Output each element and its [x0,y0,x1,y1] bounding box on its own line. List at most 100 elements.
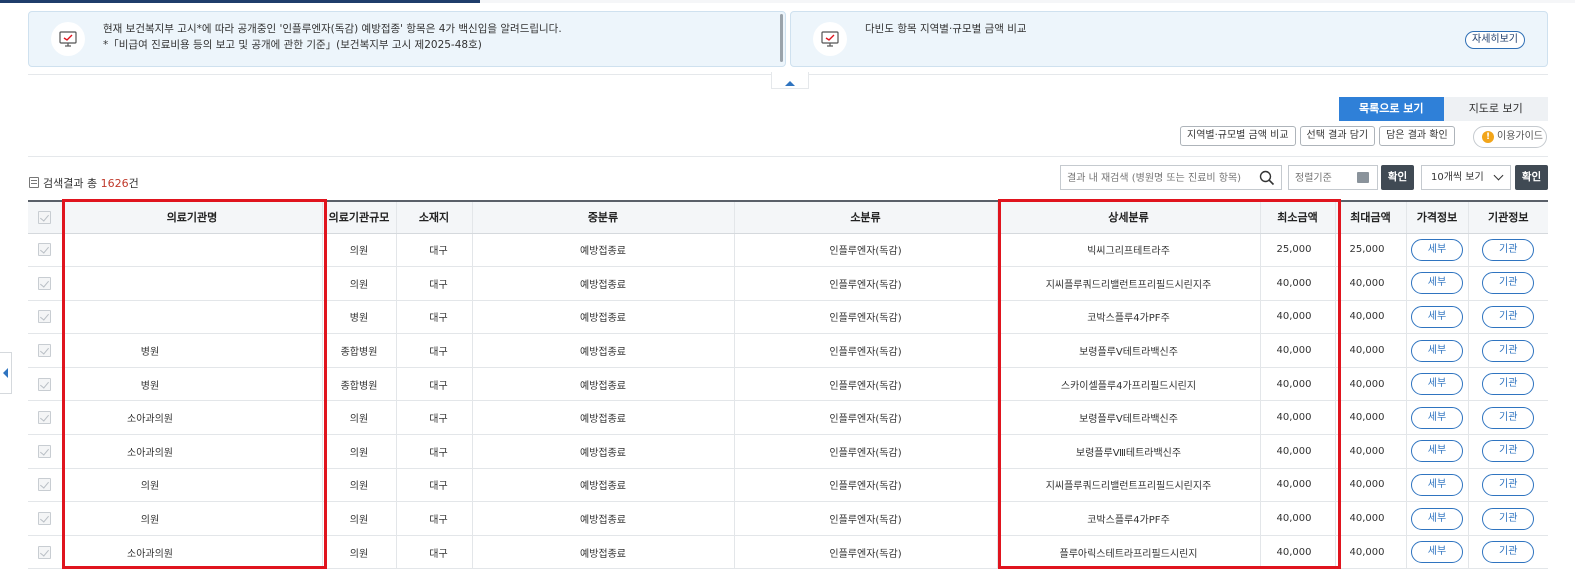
check-saved-button[interactable]: 담은 결과 확인 [1379,126,1455,146]
institution-info-button[interactable]: 기관 [1482,272,1535,295]
table-row[interactable]: 소아과의원 의원 대구 예방접종료 인플루엔자(독감) 플루아릭스테트라프리필드시린지 40… [28,535,1548,570]
institution-size: 의원 [321,501,396,536]
mid-category: 예방접종료 [471,300,734,335]
sort-criteria [1288,165,1378,190]
price-detail-button[interactable]: 세부 [1411,305,1463,328]
collapse-toggle[interactable] [771,72,809,89]
institution-info-button[interactable]: 기관 [1482,473,1535,496]
map-view-tab[interactable]: 지도로 보기 [1443,97,1548,121]
institution-info-button[interactable]: 기관 [1482,339,1535,362]
detail-view-button[interactable]: 자세히보기 [1465,31,1525,49]
location: 대구 [395,333,472,368]
price-detail-button-cell: 세부 [1405,501,1468,536]
row-checkbox[interactable] [38,545,52,559]
search-icon[interactable] [1259,170,1275,186]
price-detail-button[interactable]: 세부 [1411,339,1463,362]
price-detail-button-cell: 세부 [1405,468,1468,503]
detail-category: 스카이셀플루4가프리필드시린지 [996,367,1260,402]
detail-category: 지씨플루쿼드리밸런트프리필드시린지주 [996,266,1260,301]
min-price: 40,000 [1259,300,1335,335]
column-header[interactable]: 중분류 [471,200,734,234]
per-page-select[interactable]: 10개씩 보기 [1421,165,1511,190]
column-header[interactable]: 최소금액 [1259,200,1335,234]
column-header[interactable]: 상세분류 [996,200,1260,234]
price-detail-button[interactable]: 세부 [1411,507,1463,530]
result-search-input[interactable] [1067,170,1247,186]
user-guide-button[interactable]: ! 이용가이드 [1473,126,1547,148]
institution-info-button-cell: 기관 [1467,501,1548,536]
row-checkbox[interactable] [38,478,52,492]
row-select-cell [28,367,62,402]
column-header[interactable]: 최대금액 [1334,200,1406,234]
row-select-cell [28,434,62,469]
institution-name: 소아과의원 [61,400,322,436]
table-row[interactable]: 병원 종합병원 대구 예방접종료 인플루엔자(독감) 보령플루Ⅴ테트라백신주 40,000 4… [28,333,1548,368]
row-checkbox[interactable] [38,411,52,425]
price-detail-button[interactable]: 세부 [1411,440,1463,463]
list-view-tab[interactable]: 목록으로 보기 [1339,97,1444,121]
price-detail-button[interactable]: 세부 [1411,406,1463,429]
side-panel-toggle[interactable] [0,352,12,394]
location: 대구 [395,434,472,469]
institution-info-button[interactable]: 기관 [1482,305,1535,328]
table-row[interactable]: 의원 대구 예방접종료 인플루엔자(독감) 빅씨그리프테트라주 25,000 25,000 세… [28,233,1548,268]
institution-name [61,233,322,268]
institution-name [61,266,322,301]
institution-size: 의원 [321,266,396,301]
row-checkbox[interactable] [38,344,52,358]
result-count-number: 1626 [100,177,129,190]
table-row[interactable]: 소아과의원 의원 대구 예방접종료 인플루엔자(독감) 보령플루Ⅷ테트라백신주 40,000… [28,434,1548,469]
max-price: 40,000 [1334,501,1406,536]
table-row[interactable]: 소아과의원 의원 대구 예방접종료 인플루엔자(독감) 보령플루Ⅴ테트라백신주 40,000… [28,400,1548,436]
row-select-cell [28,501,62,536]
detail-category: 보령플루Ⅷ테트라백신주 [996,434,1260,469]
price-detail-button[interactable]: 세부 [1411,272,1463,295]
institution-info-button[interactable]: 기관 [1482,238,1535,261]
institution-info-button[interactable]: 기관 [1482,406,1535,429]
row-checkbox[interactable] [38,512,52,526]
table-row[interactable]: 의원 의원 대구 예방접종료 인플루엔자(독감) 코박스플루4가PF주 40,000 40,0… [28,501,1548,536]
mid-category: 예방접종료 [471,468,734,503]
column-header[interactable]: 의료기관명 [61,200,322,234]
min-price: 40,000 [1259,266,1335,301]
detail-category: 보령플루Ⅴ테트라백신주 [996,333,1260,368]
price-detail-button[interactable]: 세부 [1411,473,1463,496]
row-checkbox[interactable] [38,444,52,458]
row-checkbox[interactable] [38,377,52,391]
price-detail-button[interactable]: 세부 [1411,541,1463,564]
column-header[interactable]: 소재지 [395,200,472,234]
region-compare-button[interactable]: 지역별·규모별 금액 비교 [1180,126,1296,146]
per-page-confirm-button[interactable]: 확인 [1515,165,1548,190]
institution-info-button[interactable]: 기관 [1482,541,1535,564]
select-all-cell [28,200,62,234]
price-detail-button[interactable]: 세부 [1411,373,1463,396]
institution-info-button[interactable]: 기관 [1482,507,1535,530]
row-checkbox[interactable] [38,243,52,257]
table-row[interactable]: 병원 종합병원 대구 예방접종료 인플루엔자(독감) 스카이셀플루4가프리필드시린지 40,… [28,367,1548,402]
sort-criteria-input[interactable] [1295,170,1351,186]
institution-size: 종합병원 [321,367,396,402]
institution-name: 소아과의원 [61,434,322,469]
sort-confirm-button[interactable]: 확인 [1381,165,1414,190]
row-checkbox[interactable] [38,310,52,324]
sub-category: 인플루엔자(독감) [733,367,997,402]
select-all-checkbox[interactable] [38,211,52,224]
notice-scrollbar[interactable] [780,14,783,62]
table-row[interactable]: 의원 대구 예방접종료 인플루엔자(독감) 지씨플루쿼드리밸런트프리필드시린지주 40,0… [28,266,1548,301]
institution-info-button[interactable]: 기관 [1482,373,1535,396]
column-header[interactable]: 의료기관규모 [321,200,396,234]
calendar-icon[interactable] [1357,172,1369,183]
institution-info-button-cell: 기관 [1467,233,1548,268]
save-selection-button[interactable]: 선택 결과 담기 [1299,126,1376,146]
price-detail-button[interactable]: 세부 [1411,238,1463,261]
min-price: 40,000 [1259,400,1335,436]
result-search-box [1060,165,1282,190]
column-header[interactable]: 소분류 [733,200,997,234]
monitor-check-icon [813,22,847,56]
per-page-value: 10개씩 보기 [1431,172,1484,183]
mid-category: 예방접종료 [471,333,734,368]
table-row[interactable]: 병원 대구 예방접종료 인플루엔자(독감) 코박스플루4가PF주 40,000 40,000… [28,300,1548,335]
table-row[interactable]: 의원 의원 대구 예방접종료 인플루엔자(독감) 지씨플루쿼드리밸런트프리필드시린지주 40… [28,468,1548,503]
row-checkbox[interactable] [38,276,52,290]
institution-info-button[interactable]: 기관 [1482,440,1535,463]
